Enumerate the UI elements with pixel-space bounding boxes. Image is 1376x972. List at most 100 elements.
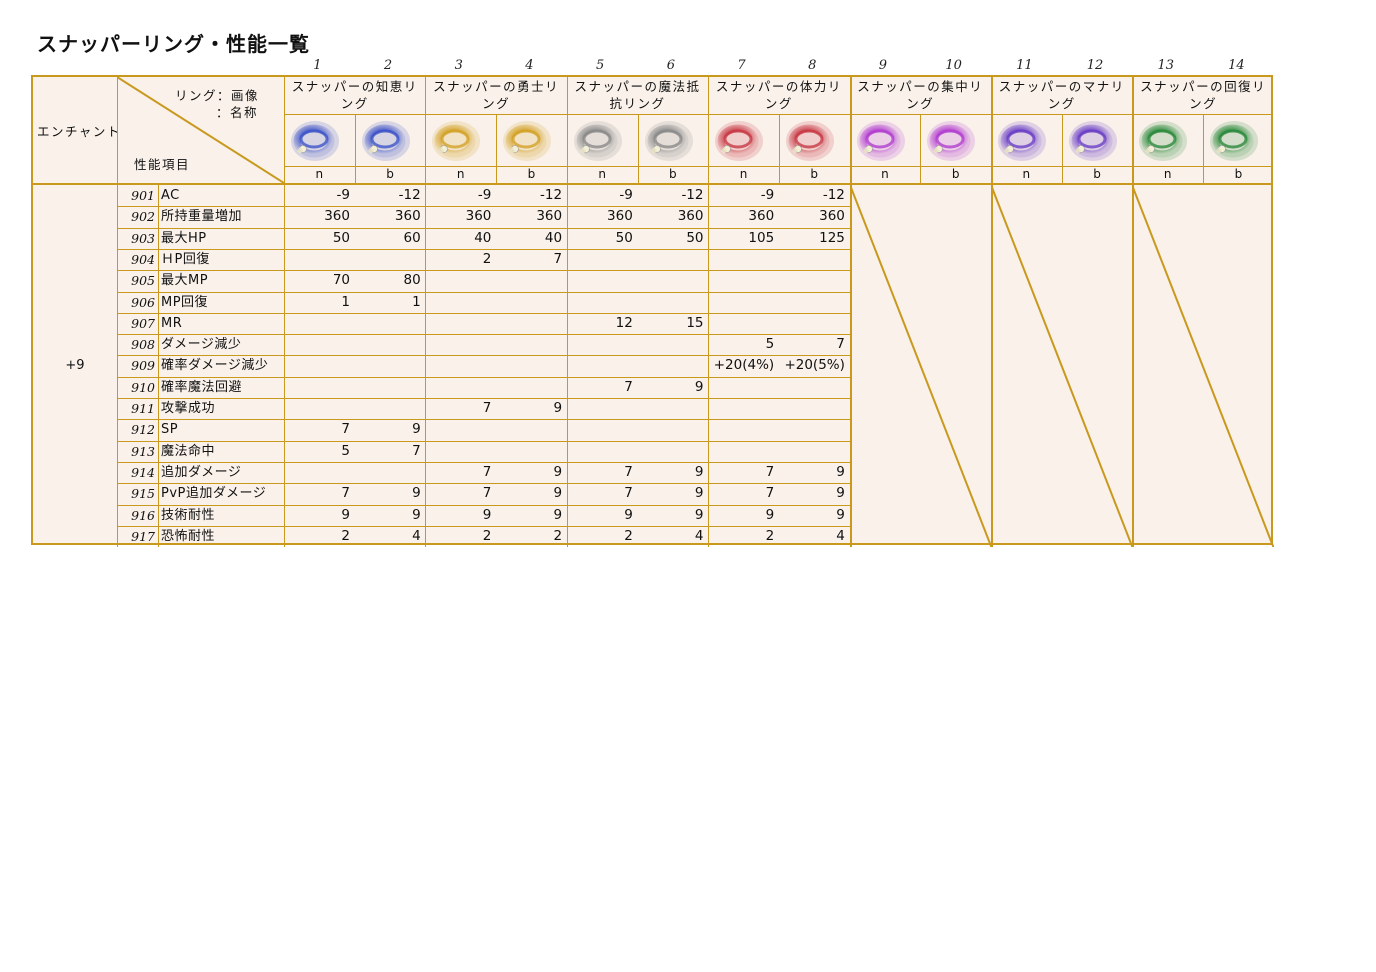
ring-name: スナッパーのマナリング — [998, 79, 1125, 111]
grid-line-horizontal — [117, 419, 850, 421]
value-cell: 4 — [836, 527, 845, 544]
grid-line-horizontal — [117, 376, 850, 378]
value-cell: 7 — [482, 463, 492, 480]
value-cell: 9 — [482, 506, 492, 523]
row-label: ＨP回復 — [161, 251, 210, 267]
grid-line-horizontal — [117, 504, 850, 506]
value-cell: -12 — [398, 187, 421, 203]
grid-line-horizontal — [117, 525, 850, 527]
value-cell: 7 — [482, 400, 492, 416]
ring-image — [1068, 121, 1117, 161]
grid-line-horizontal — [117, 398, 850, 399]
row-label: ダメージ減少 — [161, 337, 242, 353]
value-cell: 4 — [694, 527, 704, 544]
variant-label: n — [456, 167, 465, 181]
value-cell: -9 — [477, 187, 492, 203]
row-number: 910 — [131, 379, 155, 395]
value-cell: 7 — [624, 463, 633, 480]
value-cell: +20(5%) — [784, 357, 845, 374]
grid-line-horizontal — [117, 312, 850, 314]
variant-label: b — [1234, 167, 1243, 181]
row-number: 904 — [131, 251, 155, 267]
value-cell: 360 — [394, 208, 421, 225]
not-applicable-diagonal — [991, 185, 1133, 548]
row-number: 914 — [131, 464, 155, 480]
column-number: 12 — [1086, 58, 1104, 73]
variant-label: b — [810, 167, 819, 181]
value-cell: 60 — [403, 229, 421, 246]
value-cell: 5 — [765, 336, 775, 353]
not-applicable-diagonal — [849, 185, 991, 548]
ring-image — [432, 121, 481, 161]
value-cell: 2 — [482, 527, 492, 544]
ring-image — [715, 121, 764, 161]
row-number: 909 — [131, 358, 155, 374]
ring-image — [998, 121, 1046, 161]
grid-line-vertical — [425, 77, 427, 183]
value-cell: 9 — [694, 485, 704, 502]
column-number-row: 1 2 3 4 5 6 7 8 9 10 11 12 13 14 — [282, 58, 1272, 74]
variant-label: b — [669, 167, 677, 181]
value-cell: 7 — [412, 442, 421, 459]
ring-name: スナッパーの回復リング — [1140, 79, 1267, 111]
value-cell: 9 — [624, 506, 633, 523]
ring-image — [927, 121, 976, 161]
value-cell: 9 — [553, 485, 563, 502]
row-number: 915 — [131, 486, 155, 502]
ring-image — [291, 121, 339, 161]
row-number: 903 — [131, 230, 155, 246]
value-cell: 7 — [836, 336, 845, 353]
grid-line-horizontal — [117, 355, 850, 357]
grid-line-horizontal — [117, 270, 850, 272]
value-cell: 9 — [836, 485, 845, 502]
row-number: 906 — [131, 294, 155, 310]
row-label: MR — [161, 315, 183, 331]
value-cell: 9 — [341, 506, 350, 523]
row-label: 攻撃成功 — [161, 401, 216, 416]
ring-name: スナッパーの体力リング — [715, 79, 842, 111]
value-cell: 2 — [624, 527, 633, 544]
column-number: 14 — [1228, 58, 1245, 73]
grid-line-horizontal — [284, 114, 1271, 115]
grid-line-vertical — [1203, 114, 1205, 183]
row-label: MP回復 — [161, 294, 209, 310]
row-label: 魔法命中 — [161, 443, 216, 459]
value-cell: 7 — [765, 485, 775, 502]
variant-label: n — [739, 167, 748, 181]
column-number: 2 — [383, 58, 393, 73]
grid-line-horizontal — [117, 483, 850, 485]
value-cell: 50 — [686, 229, 704, 246]
value-cell: 7 — [482, 485, 492, 502]
grid-line-horizontal — [117, 440, 850, 442]
variant-label: n — [315, 167, 324, 181]
value-cell: 9 — [412, 421, 421, 438]
row-label: 最大MP — [161, 273, 209, 289]
not-applicable-diagonal — [1132, 185, 1274, 548]
grid-line-vertical — [920, 114, 922, 183]
value-cell: 1 — [341, 293, 350, 310]
value-cell: 7 — [341, 485, 350, 502]
ring-image — [1210, 121, 1259, 161]
value-cell: 7 — [624, 378, 633, 395]
column-number: 11 — [1016, 58, 1033, 73]
row-number: 913 — [131, 443, 155, 459]
column-number: 3 — [454, 58, 463, 73]
value-cell: 360 — [748, 208, 775, 225]
row-label: 所持重量増加 — [161, 209, 243, 225]
grid-line-horizontal — [117, 206, 850, 208]
value-cell: -9 — [336, 187, 350, 203]
row-number: 905 — [131, 273, 155, 289]
variant-label: b — [527, 167, 536, 181]
value-cell: 5 — [341, 442, 350, 459]
value-cell: -12 — [822, 187, 845, 203]
ring-image — [503, 121, 552, 161]
value-cell: 2 — [765, 527, 775, 544]
not-applicable-line — [991, 185, 1133, 548]
row-label: AC — [161, 188, 180, 203]
value-cell: 40 — [544, 229, 563, 246]
enchant-header: エンチャント — [37, 124, 121, 139]
column-number: 13 — [1157, 58, 1174, 73]
value-cell: 1 — [412, 293, 421, 310]
not-applicable-line — [849, 185, 991, 548]
ring-image — [785, 121, 834, 161]
